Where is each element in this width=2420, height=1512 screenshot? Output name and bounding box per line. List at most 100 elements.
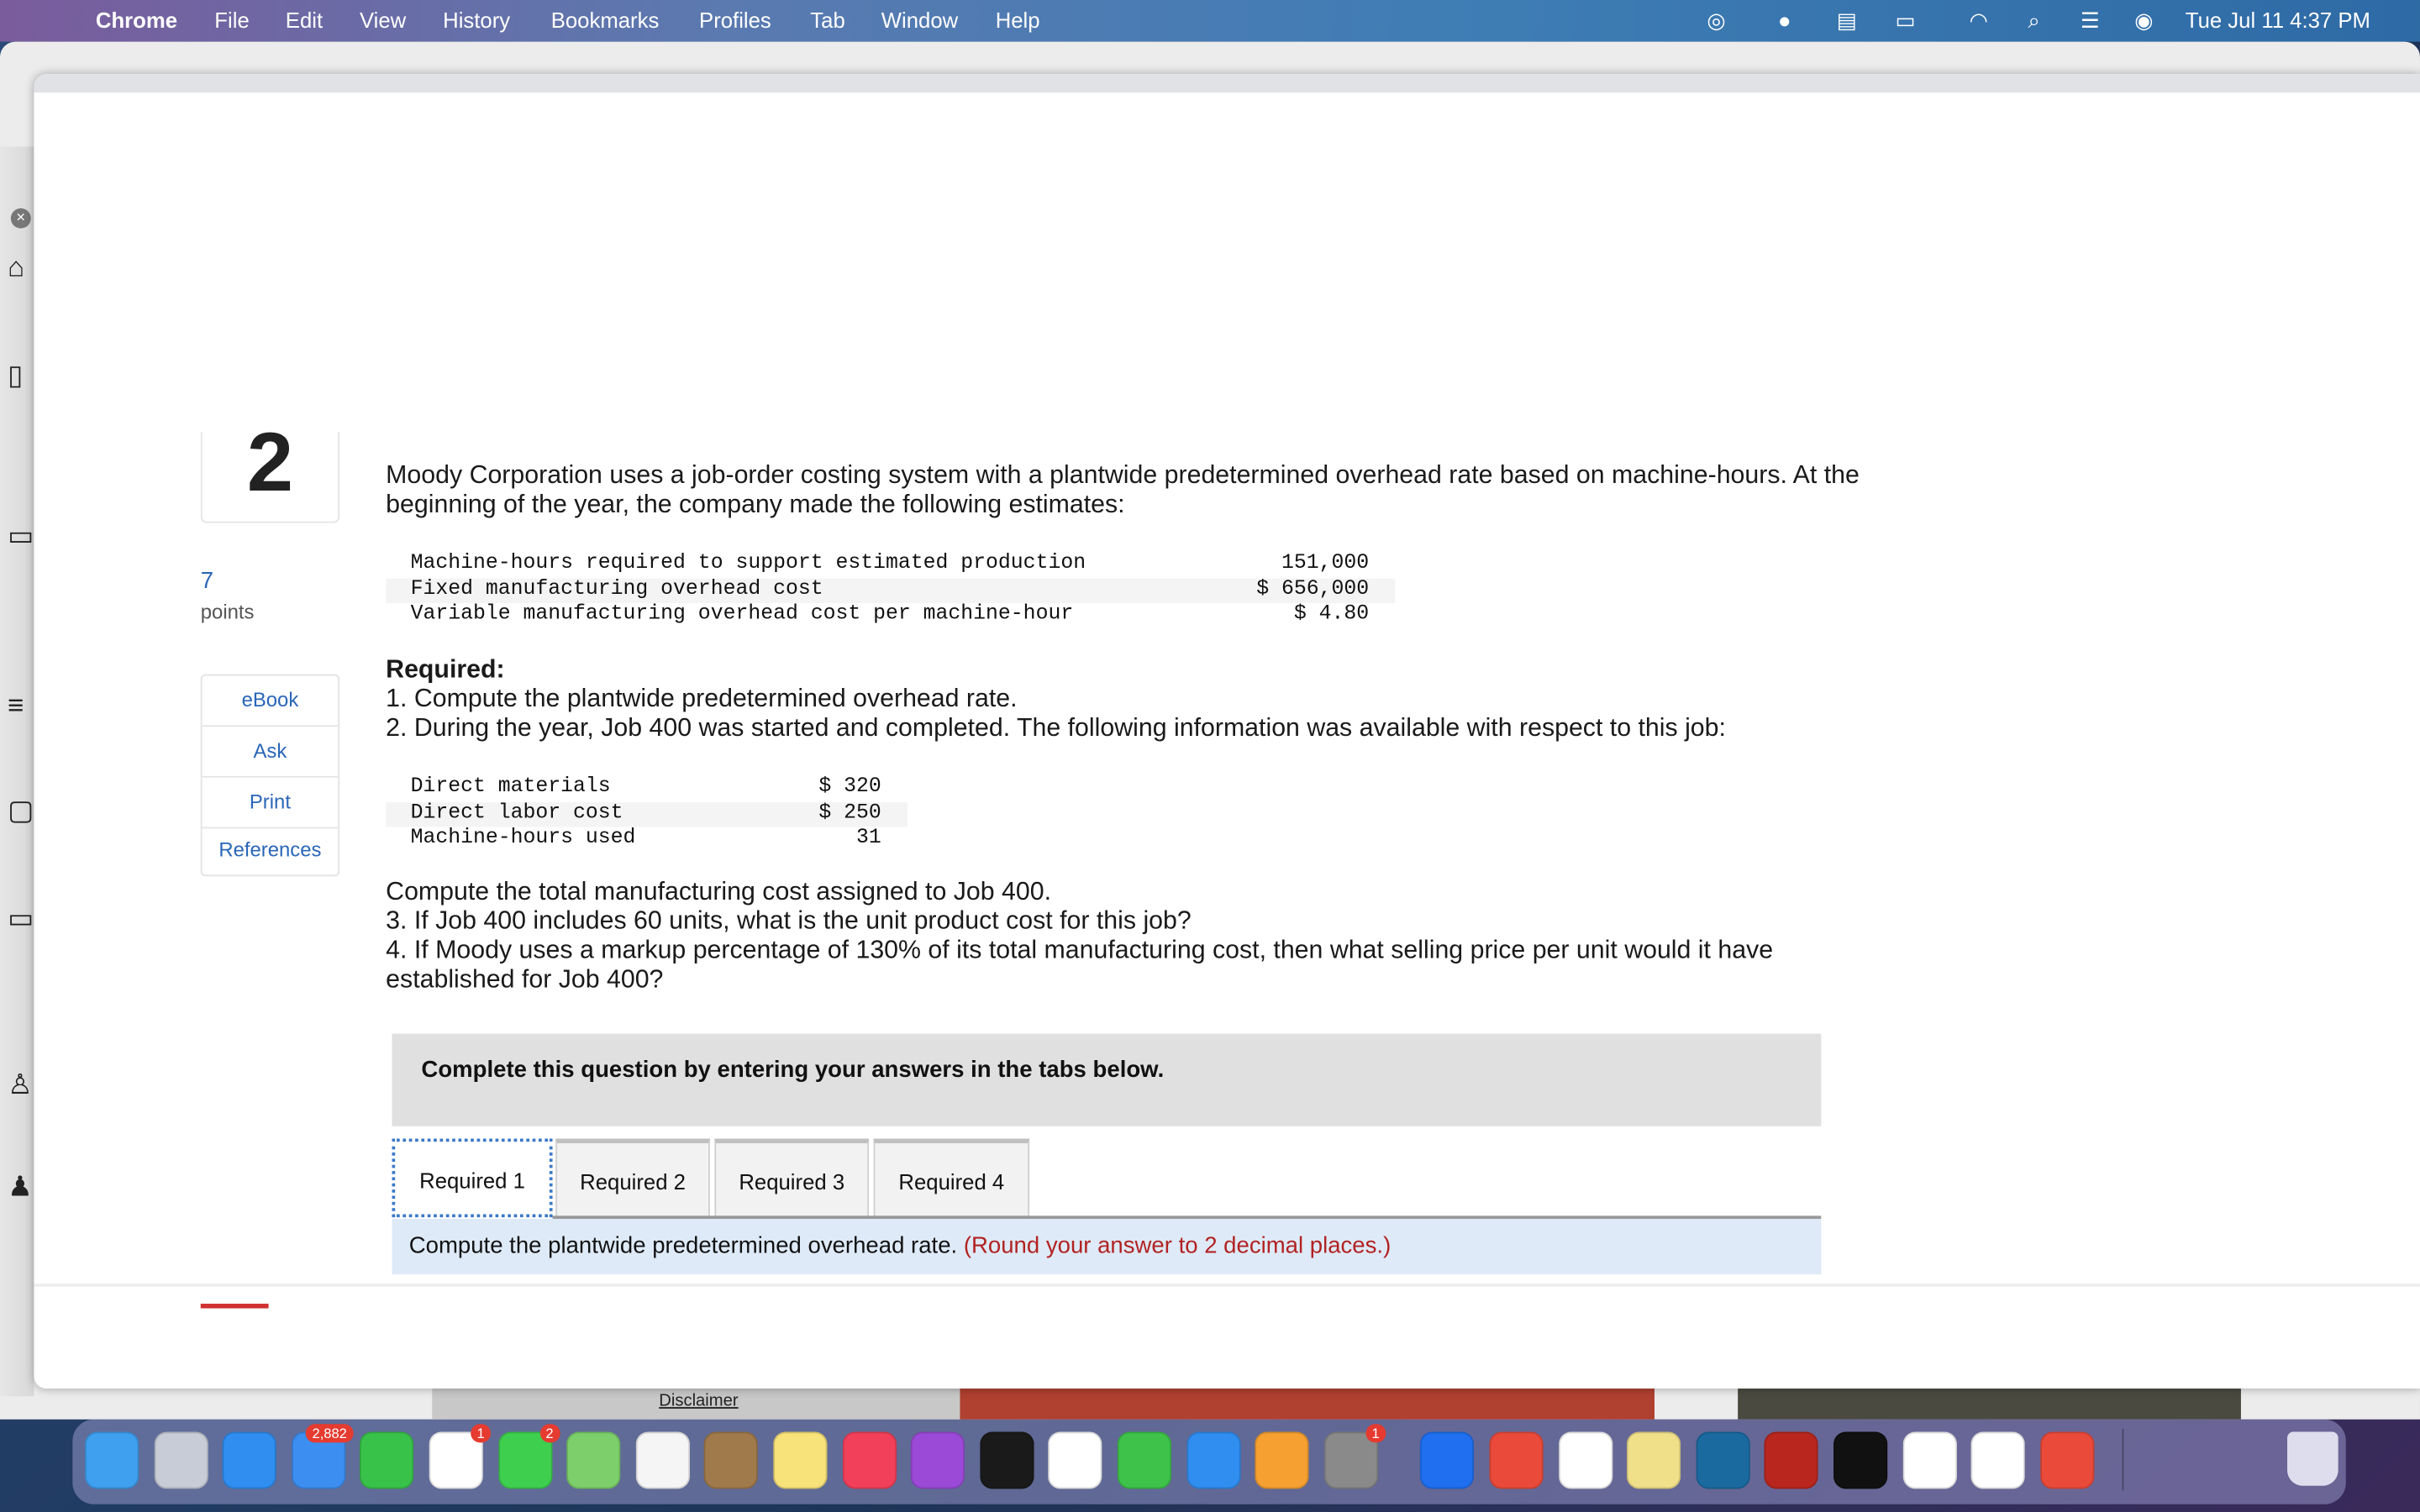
ask-button[interactable]: Ask — [202, 727, 339, 778]
question-number: 2 — [200, 432, 340, 523]
dock-keynote-icon[interactable] — [1186, 1431, 1240, 1489]
dock-mail-icon[interactable]: 2,882 — [291, 1424, 354, 1489]
folder-icon[interactable]: ▭ — [8, 902, 34, 935]
intro-text-1: Moody Corporation uses a job-order costi… — [386, 461, 1860, 490]
paragraph-1: Compute the total manufacturing cost ass… — [386, 878, 1052, 906]
requirement-4-cont: established for Job 400? — [386, 965, 664, 994]
menu-file[interactable]: File — [214, 8, 249, 32]
dock-launchpad-icon[interactable] — [153, 1431, 208, 1489]
menu-view[interactable]: View — [360, 8, 406, 32]
dock: 2,882 1 2 1 — [72, 1419, 2346, 1504]
dock-music-icon[interactable] — [842, 1431, 897, 1489]
dock-system-preferences-icon[interactable]: 1 — [1323, 1424, 1386, 1489]
footer-divider — [34, 1284, 2420, 1287]
points-label: points — [200, 600, 255, 624]
menu-help[interactable]: Help — [996, 8, 1040, 32]
tab-hint: (Round your answer to 2 decimal places.) — [963, 1232, 1392, 1259]
tab-required-2[interactable]: Required 2 — [555, 1138, 710, 1218]
control-center-icon[interactable]: ☰ — [2081, 8, 2100, 34]
points-value: 7 — [200, 567, 214, 595]
dock-pages-icon[interactable] — [1255, 1431, 1309, 1489]
resource-panel: eBook Ask Print References — [200, 674, 340, 877]
tab-prompt: Compute the plantwide predetermined over… — [408, 1232, 958, 1259]
dock-tv-icon[interactable] — [979, 1431, 1034, 1489]
clock[interactable]: Tue Jul 11 4:37 PM — [2186, 8, 2370, 32]
menu-bookmarks[interactable]: Bookmarks — [551, 8, 660, 32]
instruction-box: Complete this question by entering your … — [392, 1033, 1822, 1126]
menu-tab[interactable]: Tab — [810, 8, 844, 32]
dock-chrome-icon[interactable] — [1558, 1431, 1612, 1489]
dock-news-icon[interactable] — [1048, 1431, 1103, 1489]
window-titlebar — [34, 74, 2420, 93]
document-icon[interactable]: ▢ — [8, 795, 34, 827]
book-icon[interactable]: ≡ — [8, 690, 24, 722]
job-table: Direct materials $ 320 Direct labor cost… — [386, 776, 908, 853]
dock-podcasts-icon[interactable] — [911, 1431, 965, 1489]
dock-messages-icon[interactable]: 2 — [497, 1424, 560, 1489]
notification-badge: 1 — [471, 1424, 492, 1443]
dock-contacts-icon[interactable] — [704, 1431, 759, 1489]
close-icon[interactable]: × — [10, 207, 31, 228]
table-row: Variable manufacturing overhead cost per… — [410, 603, 1370, 627]
dock-notes-icon[interactable] — [773, 1431, 828, 1489]
display-icon[interactable]: ▤ — [1837, 8, 1857, 34]
dock-word-icon[interactable] — [1970, 1431, 2026, 1489]
dock-edge-app-icon[interactable] — [1696, 1431, 1750, 1489]
status-app-icon[interactable]: ● — [1778, 8, 1791, 32]
dock-photos-icon[interactable] — [635, 1431, 690, 1489]
tab-required-4[interactable]: Required 4 — [873, 1138, 1030, 1218]
references-button[interactable]: References — [203, 826, 339, 875]
home-icon[interactable]: ⌂ — [8, 251, 24, 284]
menu-history[interactable]: History — [443, 8, 510, 32]
dock-finder-icon[interactable] — [85, 1431, 139, 1489]
dock-reminders-icon[interactable]: 1 — [429, 1424, 492, 1489]
ebook-button[interactable]: eBook — [202, 675, 339, 727]
intro-text-2: beginning of the year, the company made … — [386, 491, 1125, 519]
requirement-2: 2. During the year, Job 400 was started … — [386, 714, 1726, 743]
menu-window[interactable]: Window — [881, 8, 958, 32]
table-row: Machine-hours required to support estima… — [410, 552, 1370, 576]
progress-indicator — [200, 1304, 269, 1309]
notification-badge: 1 — [1365, 1424, 1386, 1443]
menu-edit[interactable]: Edit — [286, 8, 323, 32]
people-icon[interactable]: ♟ — [8, 1171, 33, 1204]
disclaimer-link[interactable]: Disclaimer — [659, 1392, 738, 1410]
dock-numbers-icon[interactable] — [1117, 1431, 1172, 1489]
tab-required-3[interactable]: Required 3 — [714, 1138, 870, 1218]
menu-profiles[interactable]: Profiles — [699, 8, 771, 32]
screen: Chrome File Edit View History Bookmarks … — [0, 0, 2420, 1512]
dock-safari-icon[interactable] — [222, 1431, 277, 1489]
search-icon[interactable]: ⌕ — [2028, 8, 2039, 34]
dock-acrobat-icon[interactable] — [1765, 1431, 1819, 1489]
grid-icon[interactable]: ▯ — [8, 360, 23, 392]
dock-facetime-icon[interactable] — [360, 1431, 414, 1489]
chat-icon[interactable]: ▭ — [8, 520, 34, 553]
tab-required-1[interactable]: Required 1 — [392, 1138, 553, 1218]
estimates-table: Machine-hours required to support estima… — [386, 552, 1396, 630]
print-button[interactable]: Print — [202, 778, 339, 829]
creative-cloud-icon[interactable]: ◎ — [1707, 8, 1725, 34]
table-row: Machine-hours used 31 — [410, 827, 881, 851]
dock-anydesk-icon[interactable] — [1489, 1431, 1544, 1489]
dock-anydesk-2-icon[interactable] — [2039, 1431, 2095, 1489]
dock-zoom-icon[interactable] — [1420, 1431, 1475, 1489]
notification-badge: 2,882 — [306, 1424, 354, 1443]
browser-window: 2 7 points eBook Ask Print References Mo… — [34, 74, 2420, 1389]
siri-icon[interactable]: ◉ — [2134, 8, 2153, 34]
dock-maps-icon[interactable] — [566, 1431, 621, 1489]
dock-separator — [2122, 1428, 2124, 1491]
dock-excel-icon[interactable] — [1902, 1431, 1957, 1489]
tab-panel: Compute the plantwide predetermined over… — [392, 1219, 1822, 1275]
table-row: Direct labor cost $ 250 — [386, 801, 908, 827]
wifi-icon[interactable]: ◠ — [1970, 8, 1988, 34]
background-sidebar: × ⌂ ▯ ▭ ≡ ▢ ▭ ♙ ♟ — [0, 146, 34, 1397]
dock-terminal-icon[interactable] — [1833, 1431, 1888, 1489]
user-icon[interactable]: ♙ — [8, 1069, 33, 1102]
dock-trash-icon[interactable] — [2287, 1431, 2338, 1486]
table-row: Direct materials $ 320 — [410, 775, 881, 800]
menu-app-chrome[interactable]: Chrome — [96, 8, 177, 32]
table-row: Fixed manufacturing overhead cost $ 656,… — [386, 577, 1396, 604]
battery-icon[interactable]: ▭ — [1896, 8, 1916, 34]
notification-badge: 2 — [539, 1424, 560, 1443]
dock-stickies-icon[interactable] — [1627, 1431, 1681, 1489]
